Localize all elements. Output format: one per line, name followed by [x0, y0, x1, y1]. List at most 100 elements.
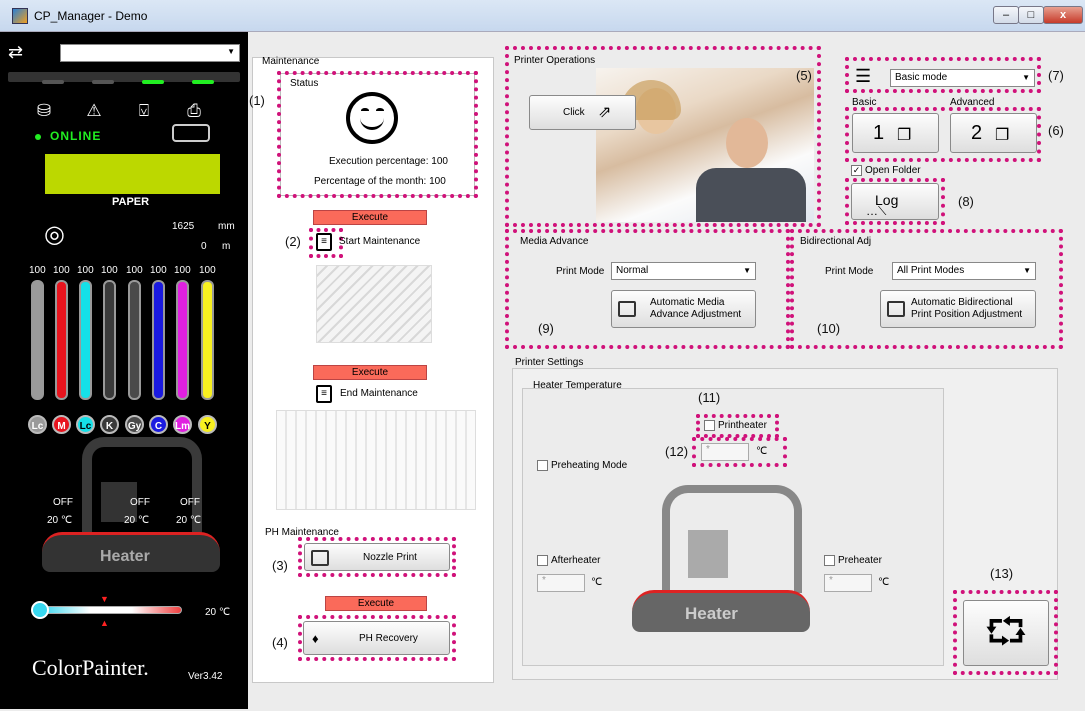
- chevron-down-icon: ▼: [743, 266, 751, 275]
- printer-operations-title: Printer Operations: [514, 55, 596, 66]
- media-print-mode-select[interactable]: Normal ▼: [611, 262, 756, 280]
- bidirectional-title: Bidirectional Adj: [800, 236, 872, 247]
- media-print-mode-label: Print Mode: [556, 266, 605, 277]
- media-remaining: 0: [201, 241, 207, 252]
- execute-status-1: Execute: [313, 210, 427, 225]
- printheater-temp-input[interactable]: *: [701, 443, 749, 461]
- ink-level-value: 100: [101, 265, 118, 276]
- ink-level-bar: [128, 280, 141, 400]
- list-mode-icon: ☰: [855, 66, 872, 86]
- colorpainter-logo: ColorPainter.: [32, 655, 149, 680]
- printheater-checkbox[interactable]: Printheater: [704, 420, 767, 431]
- bidir-print-mode-select[interactable]: All Print Modes ▼: [892, 262, 1036, 280]
- media-print-mode-value: Normal: [616, 265, 649, 276]
- operators-photo: [596, 68, 814, 222]
- annotation-2: (2): [285, 234, 301, 249]
- ink-color-badge: Lm: [173, 415, 192, 434]
- ink-color-badge: C: [149, 415, 168, 434]
- media-length: 1625: [172, 221, 195, 232]
- advanced-number: 2: [971, 122, 983, 144]
- auto-bidir-button[interactable]: Automatic Bidirectional Print Position A…: [880, 290, 1036, 328]
- printheater-label: Printheater: [718, 420, 767, 432]
- temp-slider-track[interactable]: [40, 606, 182, 614]
- caret-down-icon: ▼: [100, 594, 109, 604]
- nozzle-print-label: Nozzle Print: [363, 552, 417, 563]
- execute-status-3: Execute: [325, 596, 427, 611]
- heater-temperature-title: Heater Temperature: [533, 380, 622, 391]
- swap-arrows-icon[interactable]: ⇄: [8, 42, 23, 63]
- app-icon: [12, 8, 28, 24]
- heater-label: Heater: [100, 548, 150, 565]
- window-title: CP_Manager - Demo: [34, 9, 148, 23]
- ink-level-bar: [201, 280, 214, 400]
- heater-off-1: OFF: [53, 497, 73, 508]
- ink-level-value: 100: [126, 265, 143, 276]
- checkbox-box: [824, 555, 835, 566]
- advanced-button[interactable]: 2 ❐: [950, 113, 1037, 153]
- log-button[interactable]: Log …⟍: [851, 183, 939, 220]
- heater-diagram-label: Heater: [685, 604, 738, 623]
- start-maintenance-icon[interactable]: ≡: [316, 233, 332, 251]
- annotation-4: (4): [272, 635, 288, 650]
- mode-select[interactable]: Basic mode ▼: [890, 69, 1035, 87]
- preheating-mode-checkbox[interactable]: Preheating Mode: [537, 460, 627, 471]
- copy-icon: ❐: [897, 127, 912, 144]
- month-percentage: Percentage of the month: 100: [314, 176, 446, 187]
- ink-level-value: 100: [199, 265, 216, 276]
- printer-icon: ⎙: [187, 101, 201, 120]
- afterheater-checkbox[interactable]: Afterheater: [537, 555, 600, 566]
- auto-media-line2: Advance Adjustment: [650, 309, 742, 320]
- maximize-button[interactable]: □: [1018, 6, 1044, 24]
- annotation-8: (8): [958, 194, 974, 209]
- basic-number: 1: [873, 122, 885, 144]
- caret-up-icon: ▲: [100, 618, 109, 628]
- ink-level-bar: [31, 280, 44, 400]
- close-button[interactable]: x: [1043, 6, 1083, 24]
- ink-color-badge: K: [100, 415, 119, 434]
- end-maintenance-icon[interactable]: ≡: [316, 385, 332, 403]
- checkbox-box: [537, 555, 548, 566]
- printer-model-icon: [172, 124, 210, 142]
- minimize-button[interactable]: –: [993, 6, 1019, 24]
- ink-color-badge: Y: [198, 415, 217, 434]
- ink-level-bar: [79, 280, 92, 400]
- warning-icon: ⚠: [86, 101, 102, 120]
- open-folder-checkbox[interactable]: ✓ Open Folder: [851, 165, 921, 176]
- ink-level-bar: [176, 280, 189, 400]
- temp-slider-knob[interactable]: [31, 601, 49, 619]
- chevron-down-icon: ▼: [227, 47, 235, 56]
- afterheater-temp-input[interactable]: *: [537, 574, 585, 592]
- apply-settings-button[interactable]: ⮔: [963, 600, 1049, 666]
- nozzle-print-button[interactable]: Nozzle Print: [304, 543, 450, 571]
- click-open-button[interactable]: Click ⇗: [529, 95, 636, 130]
- ink-icon: ⍌: [138, 101, 150, 120]
- preheater-temp-input[interactable]: *: [824, 574, 872, 592]
- annotation-10: (10): [817, 321, 841, 336]
- afterheater-label: Afterheater: [551, 555, 601, 567]
- ink-level-bar: [152, 280, 165, 400]
- preheater-checkbox[interactable]: Preheater: [824, 555, 882, 566]
- checkbox-box: [537, 460, 548, 471]
- start-maintenance-label: Start Maintenance: [339, 236, 421, 247]
- preheater-label: Preheater: [838, 555, 882, 567]
- bidir-print-mode-label: Print Mode: [825, 266, 874, 277]
- chevron-down-icon: ▼: [1023, 266, 1031, 275]
- printer-select[interactable]: ▼: [60, 44, 240, 62]
- preheater-unit: ℃: [878, 577, 890, 588]
- basic-button[interactable]: 1 ❐: [852, 113, 939, 153]
- auto-media-line1: Automatic Media: [650, 297, 725, 308]
- auto-media-advance-button[interactable]: Automatic Media Advance Adjustment: [611, 290, 756, 328]
- checkbox-box: [704, 420, 715, 431]
- ink-level-value: 100: [150, 265, 167, 276]
- check-icon: ✓: [851, 165, 862, 176]
- ink-color-badge: Gy: [125, 415, 144, 434]
- end-maintenance-label: End Maintenance: [340, 388, 418, 399]
- maintenance-illustration: [316, 265, 432, 343]
- ink-level-value: 100: [29, 265, 46, 276]
- afterheater-unit: ℃: [591, 577, 603, 588]
- ph-recovery-button[interactable]: ♦ PH Recovery: [303, 621, 450, 655]
- adjust-icon: [618, 301, 636, 317]
- spin-value: *: [829, 575, 833, 586]
- online-status: ONLINE: [50, 129, 102, 143]
- media-label: PAPER: [112, 196, 150, 208]
